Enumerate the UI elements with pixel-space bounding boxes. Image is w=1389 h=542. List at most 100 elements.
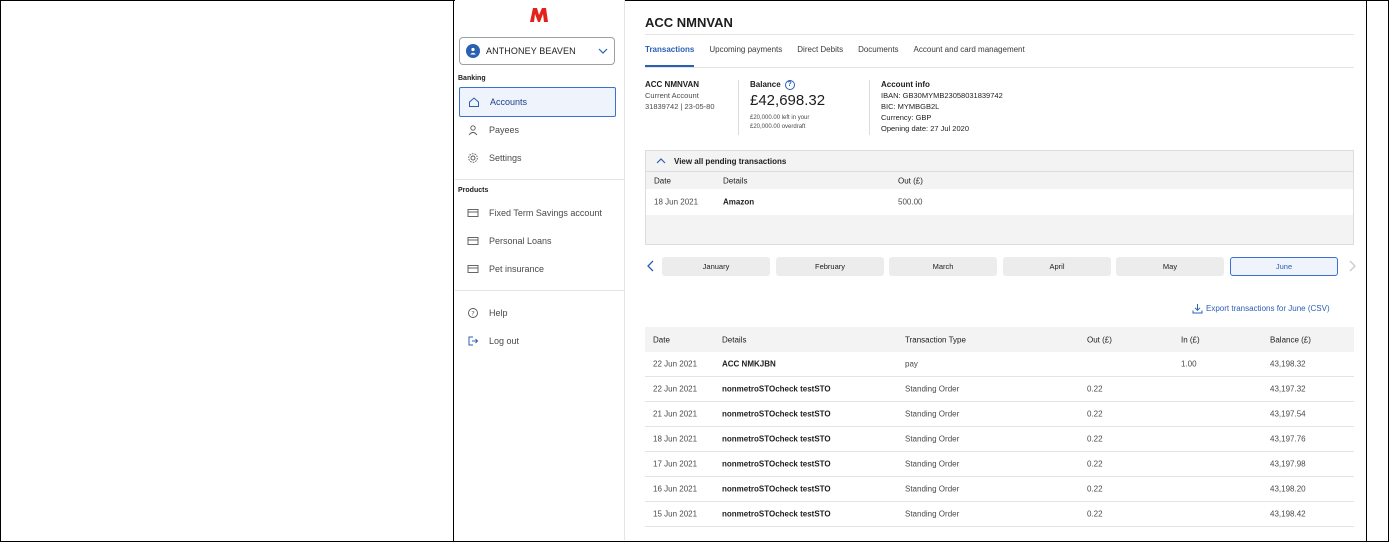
sidebar-item-label: Settings <box>489 153 522 163</box>
column-header-in: In (£) <box>1181 335 1200 344</box>
transactions-table: Date Details Transaction Type Out (£) In… <box>645 327 1354 527</box>
balance-label: Balance <box>750 80 781 89</box>
cell-date: 17 Jun 2021 <box>653 459 698 469</box>
home-icon <box>468 96 480 108</box>
table-row[interactable]: 16 Jun 2021 nonmetroSTOcheck testSTO Stand… <box>645 477 1354 502</box>
table-row[interactable]: 22 Jun 2021 ACC NMKJBN pay 1.00 43,198.32 <box>645 352 1354 377</box>
frame-divider <box>453 0 454 542</box>
cell-details: nonmetroSTOcheck testSTO <box>722 434 831 444</box>
cell-details: nonmetroSTOcheck testSTO <box>722 509 831 519</box>
table-row[interactable]: 18 Jun 2021 nonmetroSTOcheck testSTO Stand… <box>645 427 1354 452</box>
help-icon: ? <box>467 307 479 319</box>
sidebar-item-pet-insurance[interactable]: Pet insurance <box>459 254 616 284</box>
sidebar-item-personal-loans[interactable]: Personal Loans <box>459 226 616 256</box>
cell-details: nonmetroSTOcheck testSTO <box>722 409 831 419</box>
tab-bar: Transactions Upcoming payments Direct De… <box>645 45 1040 67</box>
table-row[interactable]: 17 Jun 2021 nonmetroSTOcheck testSTO Stand… <box>645 452 1354 477</box>
cell-type: Standing Order <box>905 459 960 469</box>
account-info-label: Account info <box>881 80 930 89</box>
tab-documents[interactable]: Documents <box>858 45 898 67</box>
month-selector: January February March April May June <box>645 255 1373 277</box>
chevron-right-icon[interactable] <box>1346 259 1358 273</box>
month-button-february[interactable]: February <box>776 257 884 276</box>
export-label: Export transactions for June (CSV) <box>1206 304 1330 313</box>
column-header-balance: Balance (£) <box>1270 335 1311 344</box>
cell-out: 0.22 <box>1087 384 1103 394</box>
divider <box>738 80 739 135</box>
account-name: ACC NMNVAN <box>645 80 700 89</box>
cell-balance: 43,197.54 <box>1270 409 1306 419</box>
tab-upcoming-payments[interactable]: Upcoming payments <box>709 45 782 67</box>
divider <box>645 67 1354 68</box>
month-button-january[interactable]: January <box>662 257 770 276</box>
sidebar-item-settings[interactable]: Settings <box>459 143 616 173</box>
export-csv-link[interactable]: Export transactions for June (CSV) <box>1192 303 1330 314</box>
sidebar-item-label: Accounts <box>490 97 528 107</box>
balance-amount: £42,698.32 <box>750 92 826 109</box>
help-circle-icon[interactable]: ? <box>784 79 795 90</box>
sidebar-item-fixed-term-savings[interactable]: Fixed Term Savings account <box>459 198 616 228</box>
tab-direct-debits[interactable]: Direct Debits <box>797 45 843 67</box>
pending-row[interactable]: 18 Jun 2021 Amazon 500.00 <box>646 189 1353 215</box>
sidebar-item-accounts[interactable]: Accounts <box>459 87 616 117</box>
cell-details: nonmetroSTOcheck testSTO <box>722 384 831 394</box>
cell-out: 0.22 <box>1087 484 1103 494</box>
table-row[interactable]: 15 Jun 2021 nonmetroSTOcheck testSTO Stand… <box>645 502 1354 527</box>
column-header-out: Out (£) <box>1087 335 1112 344</box>
pending-out: 500.00 <box>898 197 923 207</box>
user-avatar-icon <box>466 44 480 58</box>
tab-transactions[interactable]: Transactions <box>645 45 695 67</box>
month-button-june[interactable]: June <box>1230 257 1338 276</box>
sidebar-item-label: Help <box>489 308 508 318</box>
cell-date: 21 Jun 2021 <box>653 409 698 419</box>
sidebar-item-help[interactable]: ? Help <box>459 298 616 328</box>
pending-toggle[interactable]: View all pending transactions <box>646 151 1353 171</box>
month-button-march[interactable]: March <box>889 257 997 276</box>
column-header-details: Details <box>722 335 747 344</box>
products-section-label: Products <box>458 187 489 194</box>
bic: BIC: MYMBGB2L <box>881 102 940 111</box>
tab-account-card-management[interactable]: Account and card management <box>914 45 1025 67</box>
overdraft-note-line1: £20,000.00 left in your <box>750 115 810 121</box>
month-button-may[interactable]: May <box>1116 257 1224 276</box>
pending-toggle-label: View all pending transactions <box>674 156 787 166</box>
overdraft-note-line2: £20,000.00 overdraft <box>750 124 806 130</box>
cell-balance: 43,198.42 <box>1270 509 1306 519</box>
cell-date: 18 Jun 2021 <box>653 434 698 444</box>
month-button-april[interactable]: April <box>1003 257 1111 276</box>
divider <box>455 179 624 180</box>
iban: IBAN: GB30MYMB23058031839742 <box>881 91 1003 100</box>
cell-in: 1.00 <box>1181 359 1197 369</box>
divider <box>455 290 624 291</box>
table-row[interactable]: 22 Jun 2021 nonmetroSTOcheck testSTO Stand… <box>645 377 1354 402</box>
column-header-date: Date <box>654 176 671 185</box>
cell-out: 0.22 <box>1087 409 1103 419</box>
balance-summary: Balance? £42,698.32 £20,000.00 left in y… <box>750 79 825 132</box>
sidebar-item-label: Pet insurance <box>489 264 545 274</box>
page-title: ACC NMNVAN <box>645 15 733 30</box>
sidebar-item-label: Payees <box>489 125 520 135</box>
cell-balance: 43,197.76 <box>1270 434 1306 444</box>
divider <box>869 80 870 135</box>
sidebar-item-payees[interactable]: Payees <box>459 115 616 145</box>
logout-icon <box>467 335 479 347</box>
cell-type: Standing Order <box>905 484 960 494</box>
user-account-select[interactable]: ANTHONEY BEAVEN <box>459 37 615 65</box>
sidebar-item-label: Log out <box>489 336 520 346</box>
download-icon <box>1192 304 1203 314</box>
cell-date: 22 Jun 2021 <box>653 359 698 369</box>
cell-balance: 43,197.32 <box>1270 384 1306 394</box>
table-row[interactable]: 21 Jun 2021 nonmetroSTOcheck testSTO Stand… <box>645 402 1354 427</box>
cell-out: 0.22 <box>1087 434 1103 444</box>
pending-table-header: Date Details Out (£) <box>646 171 1353 189</box>
svg-text:?: ? <box>471 309 474 317</box>
cell-date: 15 Jun 2021 <box>653 509 698 519</box>
brand-logo[interactable] <box>529 7 549 23</box>
pending-date: 18 Jun 2021 <box>654 197 699 207</box>
column-header-date: Date <box>653 335 670 344</box>
sidebar-item-logout[interactable]: Log out <box>459 326 616 356</box>
card-icon <box>467 235 479 247</box>
account-number-sort-code: 31839742 | 23-05-80 <box>645 102 715 111</box>
cell-out: 0.22 <box>1087 509 1103 519</box>
chevron-left-icon[interactable] <box>645 259 657 273</box>
